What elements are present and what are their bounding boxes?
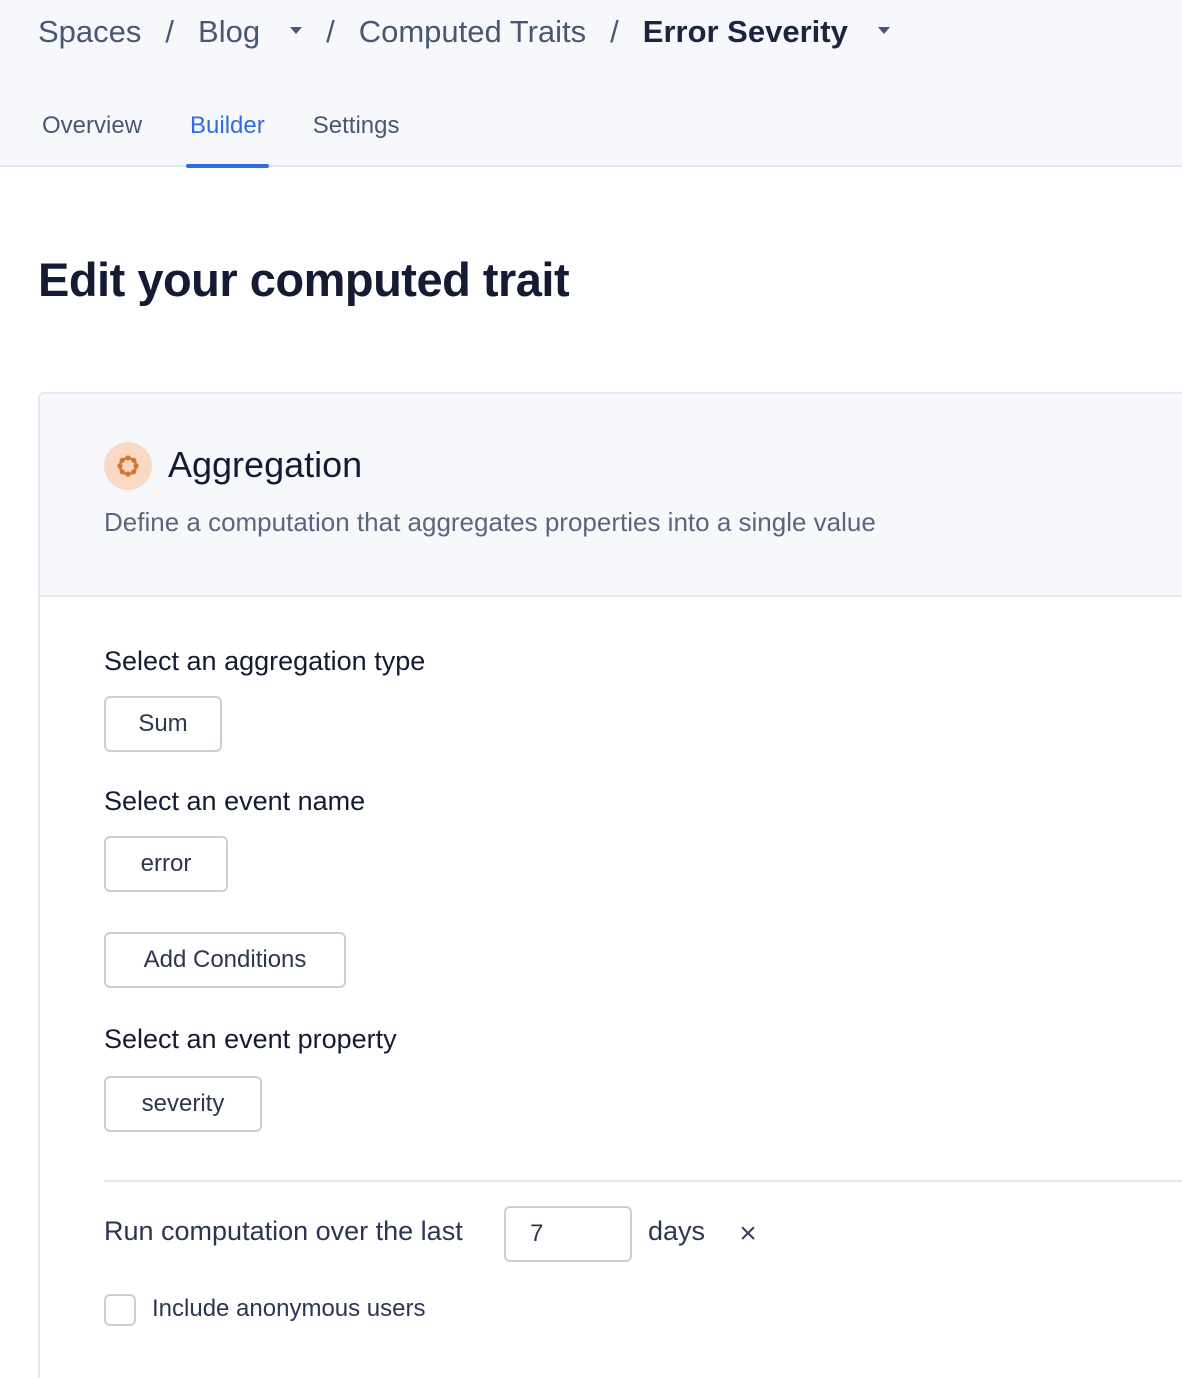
tab-builder[interactable]: Builder [186, 104, 269, 168]
card-description: Define a computation that aggregates pro… [104, 507, 876, 537]
breadcrumb-computed-traits[interactable]: Computed Traits [359, 14, 586, 50]
breadcrumb: Spaces / Blog / Computed Traits / Error … [38, 12, 890, 52]
breadcrumb-separator: / [165, 14, 175, 49]
top-navigation: Spaces / Blog / Computed Traits / Error … [0, 0, 1182, 168]
tab-bar: Overview Builder Settings [42, 104, 447, 168]
time-window-prefix: Run computation over the last [104, 1216, 463, 1246]
aggregation-type-select[interactable]: Sum [104, 696, 222, 752]
include-anonymous-checkbox[interactable] [104, 1294, 136, 1326]
tab-overview[interactable]: Overview [42, 104, 142, 167]
time-window-suffix: days [648, 1216, 706, 1246]
chevron-down-icon[interactable] [877, 26, 890, 34]
event-name-label: Select an event name [104, 786, 366, 816]
aggregation-icon [104, 442, 152, 490]
days-input[interactable] [504, 1206, 632, 1262]
close-icon[interactable]: × [734, 1218, 762, 1250]
include-anonymous-label[interactable]: Include anonymous users [152, 1295, 426, 1323]
event-name-select[interactable]: error [104, 836, 228, 892]
breadcrumb-spaces[interactable]: Spaces [38, 14, 141, 50]
card-header: Aggregation Define a computation that ag… [40, 394, 1182, 597]
tab-settings[interactable]: Settings [313, 104, 400, 167]
card-title: Aggregation [168, 444, 363, 485]
breadcrumb-separator: / [326, 14, 335, 49]
breadcrumb-blog[interactable]: Blog [198, 14, 260, 50]
breadcrumb-current-trait[interactable]: Error Severity [643, 14, 848, 50]
page-title: Edit your computed trait [38, 253, 570, 306]
event-property-label: Select an event property [104, 1024, 397, 1054]
breadcrumb-separator: / [610, 14, 619, 49]
divider [104, 1180, 1182, 1182]
event-property-select[interactable]: severity [104, 1076, 262, 1132]
chevron-down-icon[interactable] [290, 26, 303, 34]
aggregation-type-label: Select an aggregation type [104, 646, 426, 676]
add-conditions-button[interactable]: Add Conditions [104, 932, 346, 988]
